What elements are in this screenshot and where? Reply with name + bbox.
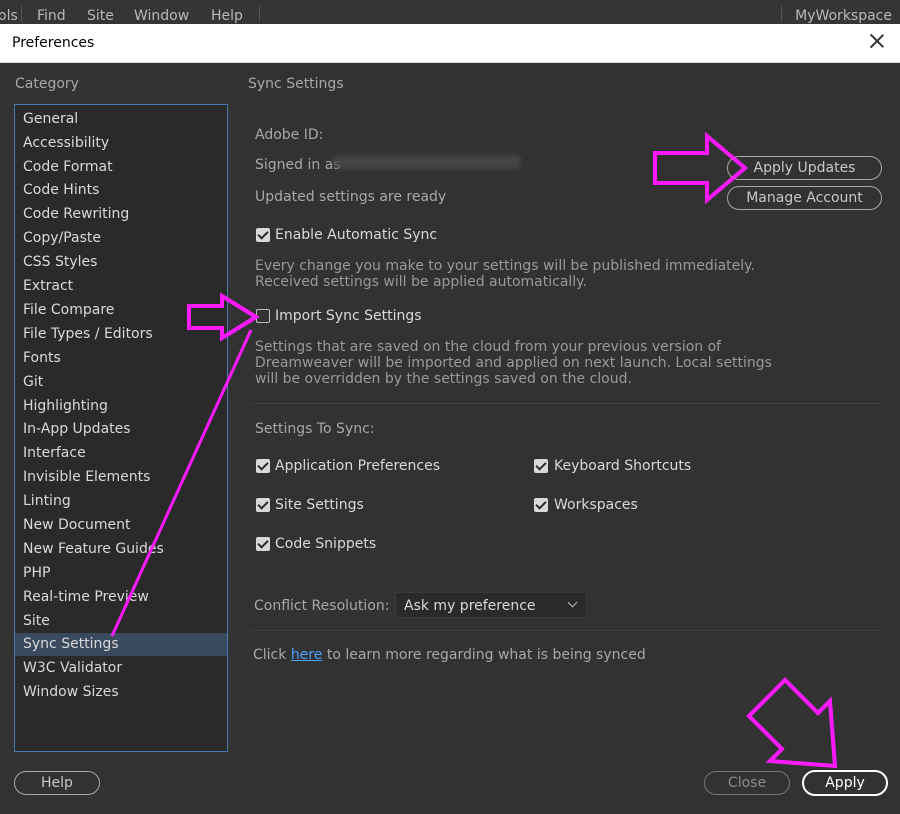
category-item-accessibility[interactable]: Accessibility — [15, 132, 227, 155]
category-item-code-rewriting[interactable]: Code Rewriting — [15, 203, 227, 226]
apply-button[interactable]: Apply — [802, 770, 888, 796]
category-item-extract[interactable]: Extract — [15, 275, 227, 298]
conflict-resolution-value: Ask my preference — [404, 598, 536, 614]
menu-tools[interactable]: ols — [0, 8, 18, 24]
sync-status-text: Updated settings are ready — [255, 189, 447, 205]
category-item-new-document[interactable]: New Document — [15, 514, 227, 537]
menu-site[interactable]: Site — [87, 8, 114, 24]
section-title: Sync Settings — [248, 76, 344, 92]
import-sync-checkbox[interactable] — [256, 309, 270, 323]
import-sync-description: Settings that are saved on the cloud fro… — [255, 339, 772, 387]
workspaces-label: Workspaces — [554, 497, 638, 513]
help-button[interactable]: Help — [14, 771, 100, 795]
category-item-code-hints[interactable]: Code Hints — [15, 179, 227, 202]
code-snippets-checkbox[interactable] — [256, 537, 270, 551]
enable-auto-sync-label: Enable Automatic Sync — [275, 227, 438, 243]
category-item-w3c-validator[interactable]: W3C Validator — [15, 657, 227, 680]
category-heading: Category — [15, 76, 79, 92]
redacted-account-id — [333, 155, 521, 169]
menu-find[interactable]: Find — [37, 8, 66, 24]
footer-text-before: Click — [253, 647, 287, 663]
category-item-invisible-elements[interactable]: Invisible Elements — [15, 466, 227, 489]
category-item-in-app-updates[interactable]: In-App Updates — [15, 418, 227, 441]
manage-account-button[interactable]: Manage Account — [727, 186, 882, 210]
workspaces-checkbox[interactable] — [534, 498, 548, 512]
conflict-resolution-label: Conflict Resolution: — [254, 598, 390, 614]
divider — [250, 403, 880, 404]
auto-sync-desc-line: Every change you make to your settings w… — [255, 258, 755, 274]
adobe-id-label: Adobe ID: — [255, 127, 324, 143]
footer-help-text: Click here to learn more regarding what … — [253, 647, 646, 663]
import-sync-label: Import Sync Settings — [275, 308, 422, 324]
dialog-title: Preferences — [12, 35, 95, 51]
keyboard-shortcuts-label: Keyboard Shortcuts — [554, 458, 692, 474]
category-item-window-sizes[interactable]: Window Sizes — [15, 681, 227, 704]
menu-separator — [21, 6, 22, 22]
category-item-code-format[interactable]: Code Format — [15, 156, 227, 179]
category-item-real-time-preview[interactable]: Real-time Preview — [15, 586, 227, 609]
import-sync-desc-line: Settings that are saved on the cloud fro… — [255, 339, 722, 355]
category-item-git[interactable]: Git — [15, 371, 227, 394]
import-sync-desc-line: Dreamweaver will be imported and applied… — [255, 355, 772, 371]
category-item-linting[interactable]: Linting — [15, 490, 227, 513]
code-snippets-label: Code Snippets — [275, 536, 377, 552]
close-button[interactable]: Close — [704, 771, 790, 795]
import-sync-desc-line: will be overridden by the settings saved… — [255, 371, 632, 387]
category-item-css-styles[interactable]: CSS Styles — [15, 251, 227, 274]
settings-to-sync-label: Settings To Sync: — [255, 421, 375, 437]
category-item-general[interactable]: General — [15, 108, 227, 131]
auto-sync-description: Every change you make to your settings w… — [255, 258, 755, 290]
category-item-copy-paste[interactable]: Copy/Paste — [15, 227, 227, 250]
menu-separator — [259, 6, 260, 22]
site-settings-label: Site Settings — [275, 497, 364, 513]
learn-more-link[interactable]: here — [291, 647, 323, 663]
signed-in-label: Signed in as — [255, 157, 341, 173]
close-icon[interactable] — [866, 30, 888, 52]
category-item-interface[interactable]: Interface — [15, 442, 227, 465]
keyboard-shortcuts-checkbox[interactable] — [534, 459, 548, 473]
menu-help[interactable]: Help — [211, 8, 243, 24]
category-list: General Accessibility Code Format Code H… — [14, 104, 228, 752]
conflict-resolution-select[interactable]: Ask my preference — [395, 592, 587, 618]
apply-updates-button[interactable]: Apply Updates — [727, 156, 882, 180]
menu-window[interactable]: Window — [134, 8, 189, 24]
site-settings-checkbox[interactable] — [256, 498, 270, 512]
divider — [250, 630, 880, 631]
category-item-file-types-editors[interactable]: File Types / Editors — [15, 323, 227, 346]
app-preferences-label: Application Preferences — [275, 458, 441, 474]
app-menubar: ols Find Site Window Help MyWorkspace — [0, 0, 900, 24]
auto-sync-desc-line: Received settings will be applied automa… — [255, 274, 587, 290]
footer-text-after: to learn more regarding what is being sy… — [326, 647, 646, 663]
app-preferences-checkbox[interactable] — [256, 459, 270, 473]
category-item-site[interactable]: Site — [15, 610, 227, 633]
chevron-down-icon — [567, 597, 578, 608]
category-item-file-compare[interactable]: File Compare — [15, 299, 227, 322]
category-item-sync-settings[interactable]: Sync Settings — [15, 633, 227, 656]
category-item-new-feature-guides[interactable]: New Feature Guides — [15, 538, 227, 561]
category-item-highlighting[interactable]: Highlighting — [15, 395, 227, 418]
preferences-dialog: Preferences Category General Accessibili… — [0, 24, 900, 814]
dialog-titlebar: Preferences — [0, 24, 900, 63]
category-item-php[interactable]: PHP — [15, 562, 227, 585]
category-item-fonts[interactable]: Fonts — [15, 347, 227, 370]
enable-auto-sync-checkbox[interactable] — [256, 228, 270, 242]
menu-separator — [781, 6, 782, 22]
workspace-switcher[interactable]: MyWorkspace — [795, 8, 892, 24]
